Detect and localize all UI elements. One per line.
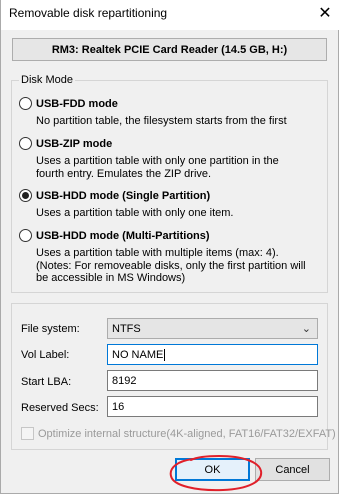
option-description: Uses a partition table with multiple ite… bbox=[36, 247, 326, 285]
device-name-label: RM3: Realtek PCIE Card Reader (14.5 GB, … bbox=[12, 38, 327, 61]
file-system-select[interactable]: NTFS ⌄ bbox=[107, 318, 318, 339]
optimize-label: Optimize internal structure(4K-aligned, … bbox=[38, 427, 336, 440]
description-line: be accessible in MS Windows) bbox=[36, 272, 186, 284]
option-description: Uses a partition table with only one ite… bbox=[36, 207, 234, 219]
title-bar: Removable disk repartitioning ✕ bbox=[1, 0, 339, 30]
description-line: fourth entry. Emulates the ZIP drive. bbox=[36, 167, 212, 180]
radio-button[interactable] bbox=[19, 229, 32, 242]
disk-mode-title: Disk Mode bbox=[19, 74, 75, 86]
reserved-secs-input[interactable]: 16 bbox=[107, 396, 318, 417]
radio-button[interactable] bbox=[19, 137, 32, 150]
reserved-secs-label: Reserved Secs: bbox=[21, 402, 99, 414]
radio-label: USB-HDD mode (Multi-Partitions) bbox=[36, 229, 210, 242]
radio-label: USB-FDD mode bbox=[36, 97, 118, 110]
window-title: Removable disk repartitioning bbox=[9, 6, 168, 20]
radio-button[interactable] bbox=[19, 97, 32, 110]
radio-usb-hdd-single[interactable]: USB-HDD mode (Single Partition) bbox=[19, 189, 210, 202]
dialog-window: Removable disk repartitioning ✕ RM3: Rea… bbox=[0, 0, 339, 494]
ok-button[interactable]: OK bbox=[175, 458, 250, 481]
file-system-label: File system: bbox=[21, 323, 80, 335]
start-lba-input[interactable]: 8192 bbox=[107, 370, 318, 391]
description-line: (Notes: For removeable disks, only the f… bbox=[36, 259, 306, 272]
radio-usb-hdd-multi[interactable]: USB-HDD mode (Multi-Partitions) bbox=[19, 229, 210, 242]
radio-usb-zip[interactable]: USB-ZIP mode bbox=[19, 137, 112, 150]
description-line: Uses a partition table with multiple ite… bbox=[36, 247, 279, 259]
radio-label: USB-HDD mode (Single Partition) bbox=[36, 189, 211, 202]
file-system-value: NTFS bbox=[112, 322, 141, 335]
close-icon[interactable]: ✕ bbox=[310, 0, 339, 26]
reserved-secs-value: 16 bbox=[112, 400, 125, 413]
option-description: No partition table, the filesystem start… bbox=[36, 115, 287, 127]
radio-button-selected[interactable] bbox=[19, 189, 32, 202]
chevron-down-icon: ⌄ bbox=[301, 323, 311, 335]
description-line: Uses a partition table with only one par… bbox=[36, 155, 279, 167]
optimize-checkbox[interactable] bbox=[21, 427, 34, 440]
text-caret bbox=[164, 348, 166, 361]
radio-usb-fdd[interactable]: USB-FDD mode bbox=[19, 97, 118, 110]
vol-label-label: Vol Label: bbox=[21, 349, 70, 361]
vol-label-value: NO NAME bbox=[112, 348, 164, 361]
cancel-button[interactable]: Cancel bbox=[255, 458, 330, 481]
option-description: Uses a partition table with only one par… bbox=[36, 155, 326, 180]
start-lba-label: Start LBA: bbox=[21, 376, 72, 388]
vol-label-input[interactable]: NO NAME bbox=[107, 344, 318, 365]
radio-label: USB-ZIP mode bbox=[36, 137, 113, 150]
optimize-checkbox-row: Optimize internal structure(4K-aligned, … bbox=[21, 427, 336, 440]
start-lba-value: 8192 bbox=[112, 374, 137, 387]
